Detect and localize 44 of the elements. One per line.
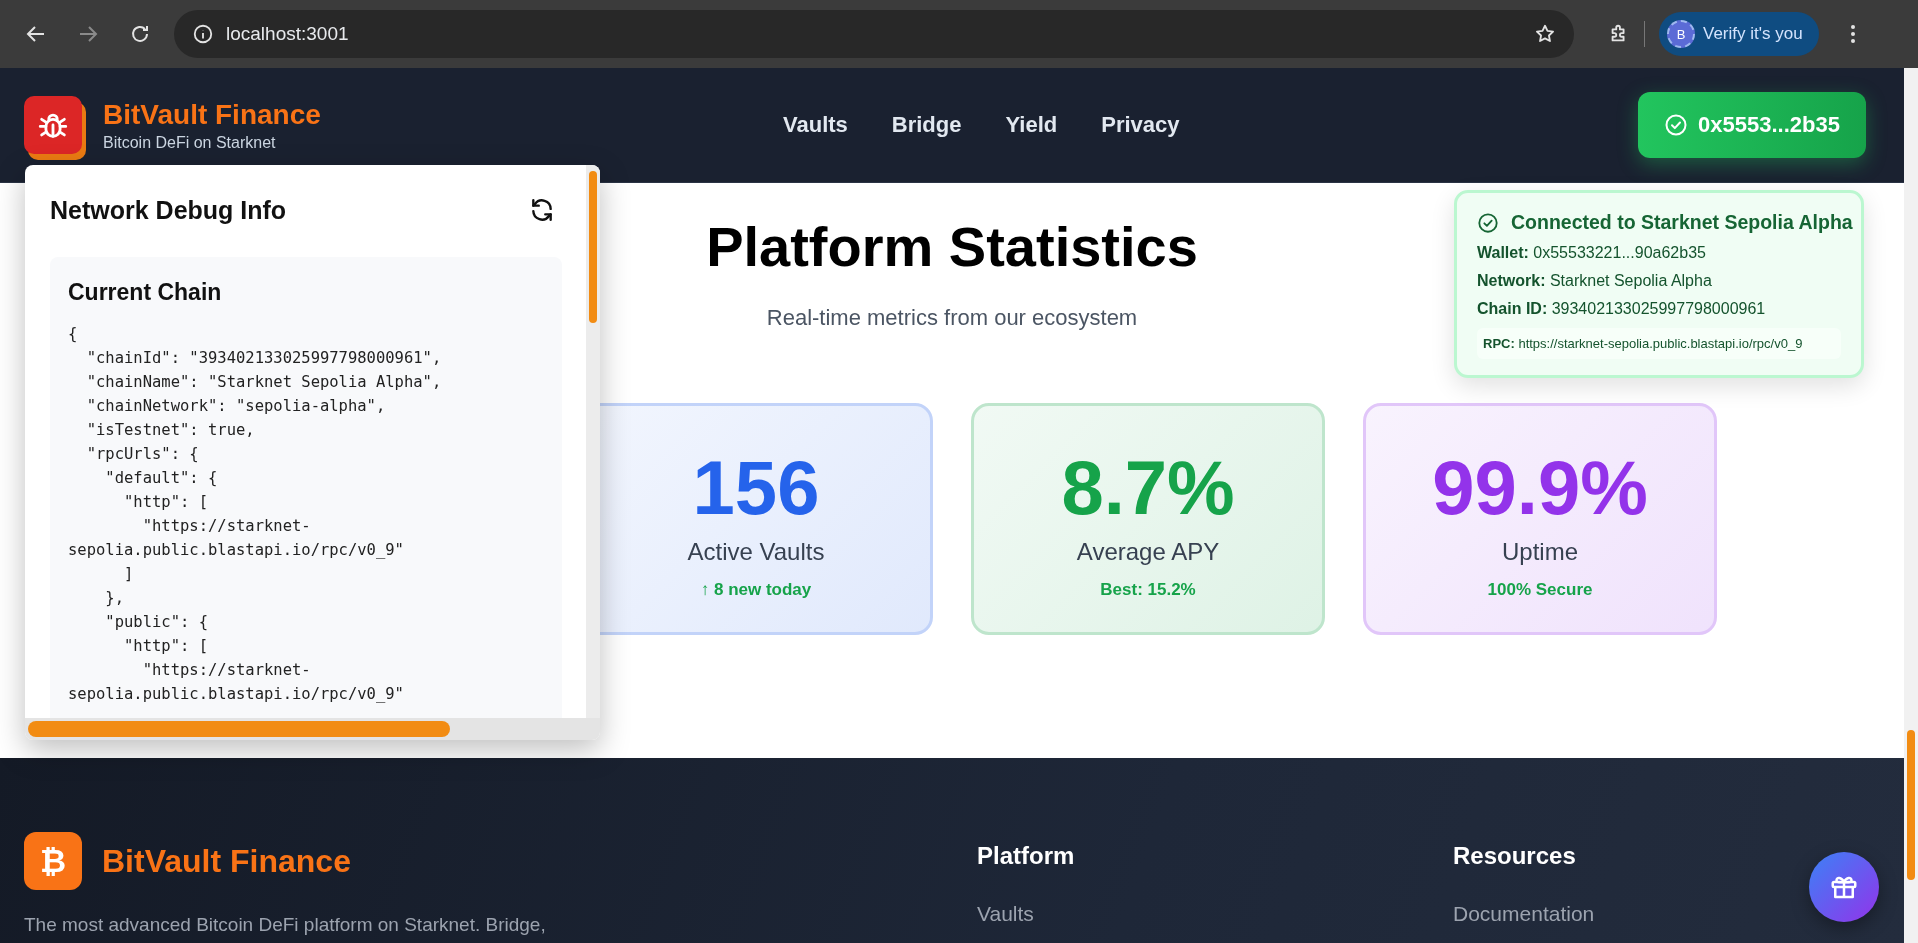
footer-link[interactable]: Vaults: [977, 902, 1453, 926]
stat-note: Best: 15.2%: [1100, 580, 1196, 600]
info-line: Chain ID: 393402133025997798000961: [1477, 300, 1767, 318]
footer-heading: Resources: [1453, 842, 1577, 870]
stat-label: Uptime: [1502, 538, 1578, 566]
panel-title: Network Debug Info: [50, 195, 287, 225]
info-line: Network: Starknet Sepolia Alpha: [1477, 272, 1713, 290]
refresh-icon[interactable]: [529, 197, 555, 223]
footer-logo: ₿: [24, 832, 82, 890]
scrollbar-thumb[interactable]: [589, 171, 597, 323]
footer-link[interactable]: Documentation: [1453, 902, 1904, 926]
info-icon[interactable]: [192, 23, 214, 45]
scrollbar-thumb[interactable]: [28, 721, 450, 737]
url-text: localhost:3001: [226, 23, 350, 45]
stat-note: 100% Secure: [1487, 580, 1593, 600]
section-subtitle: Real-time metrics from our ecosystem: [766, 305, 1138, 331]
nav-link[interactable]: Bridge: [891, 112, 962, 138]
bug-logo-icon: [24, 96, 86, 160]
section-title: Platform Statistics: [706, 214, 1198, 280]
code-text: { "chainId": "393402133025997798000961", "chainName": "Starknet Sepolia Alpha", "chainNetwork": "sepolia-alpha", "isTestnet": true, "rpcUrls": { "default": { "http": [ "https://starknet- sepolia.public.blastapi.io/rpc/v0_9" ] }, "public": { "http": [ "https://starknet- sepolia.public.blastapi.io/rpc/v0_9": [68, 324, 443, 705]
popup-title: Connected to Starknet Sepolia Alpha: [1511, 211, 1853, 234]
nav-link[interactable]: Vaults: [783, 112, 848, 138]
check-circle-icon: [1664, 113, 1689, 137]
tagline: Bitcoin DeFi on Starknet: [103, 134, 277, 152]
stat-note: ↑ 8 new today: [700, 580, 812, 600]
address-bar[interactable]: localhost:3001: [174, 10, 1574, 58]
nav-link[interactable]: Yield: [1005, 112, 1058, 138]
scrollbar-thumb[interactable]: [1907, 730, 1915, 880]
code-title: Current Chain: [68, 279, 223, 306]
stat-value: 8.7%: [1061, 444, 1235, 532]
check-circle-icon: [1477, 211, 1499, 234]
stat-label: Average APY: [1076, 538, 1220, 566]
footer-brand: BitVault Finance: [102, 842, 351, 880]
stat-value: 99.9%: [1432, 444, 1648, 532]
nav-link[interactable]: Privacy: [1101, 112, 1180, 138]
footer-heading: Platform: [977, 842, 1076, 870]
star-icon[interactable]: [1534, 23, 1556, 45]
profile-button[interactable]: B Verify it's you: [1659, 12, 1819, 56]
stat-value: 156: [692, 444, 820, 532]
avatar: B: [1667, 20, 1695, 48]
brand-name: BitVault Finance: [103, 98, 322, 132]
footer-description: The most advanced Bitcoin DeFi platform on Starknet. Bridge,: [24, 914, 547, 936]
stat-label: Active Vaults: [687, 538, 825, 566]
info-line: Wallet: 0x55533221...90a62b35: [1477, 244, 1707, 262]
